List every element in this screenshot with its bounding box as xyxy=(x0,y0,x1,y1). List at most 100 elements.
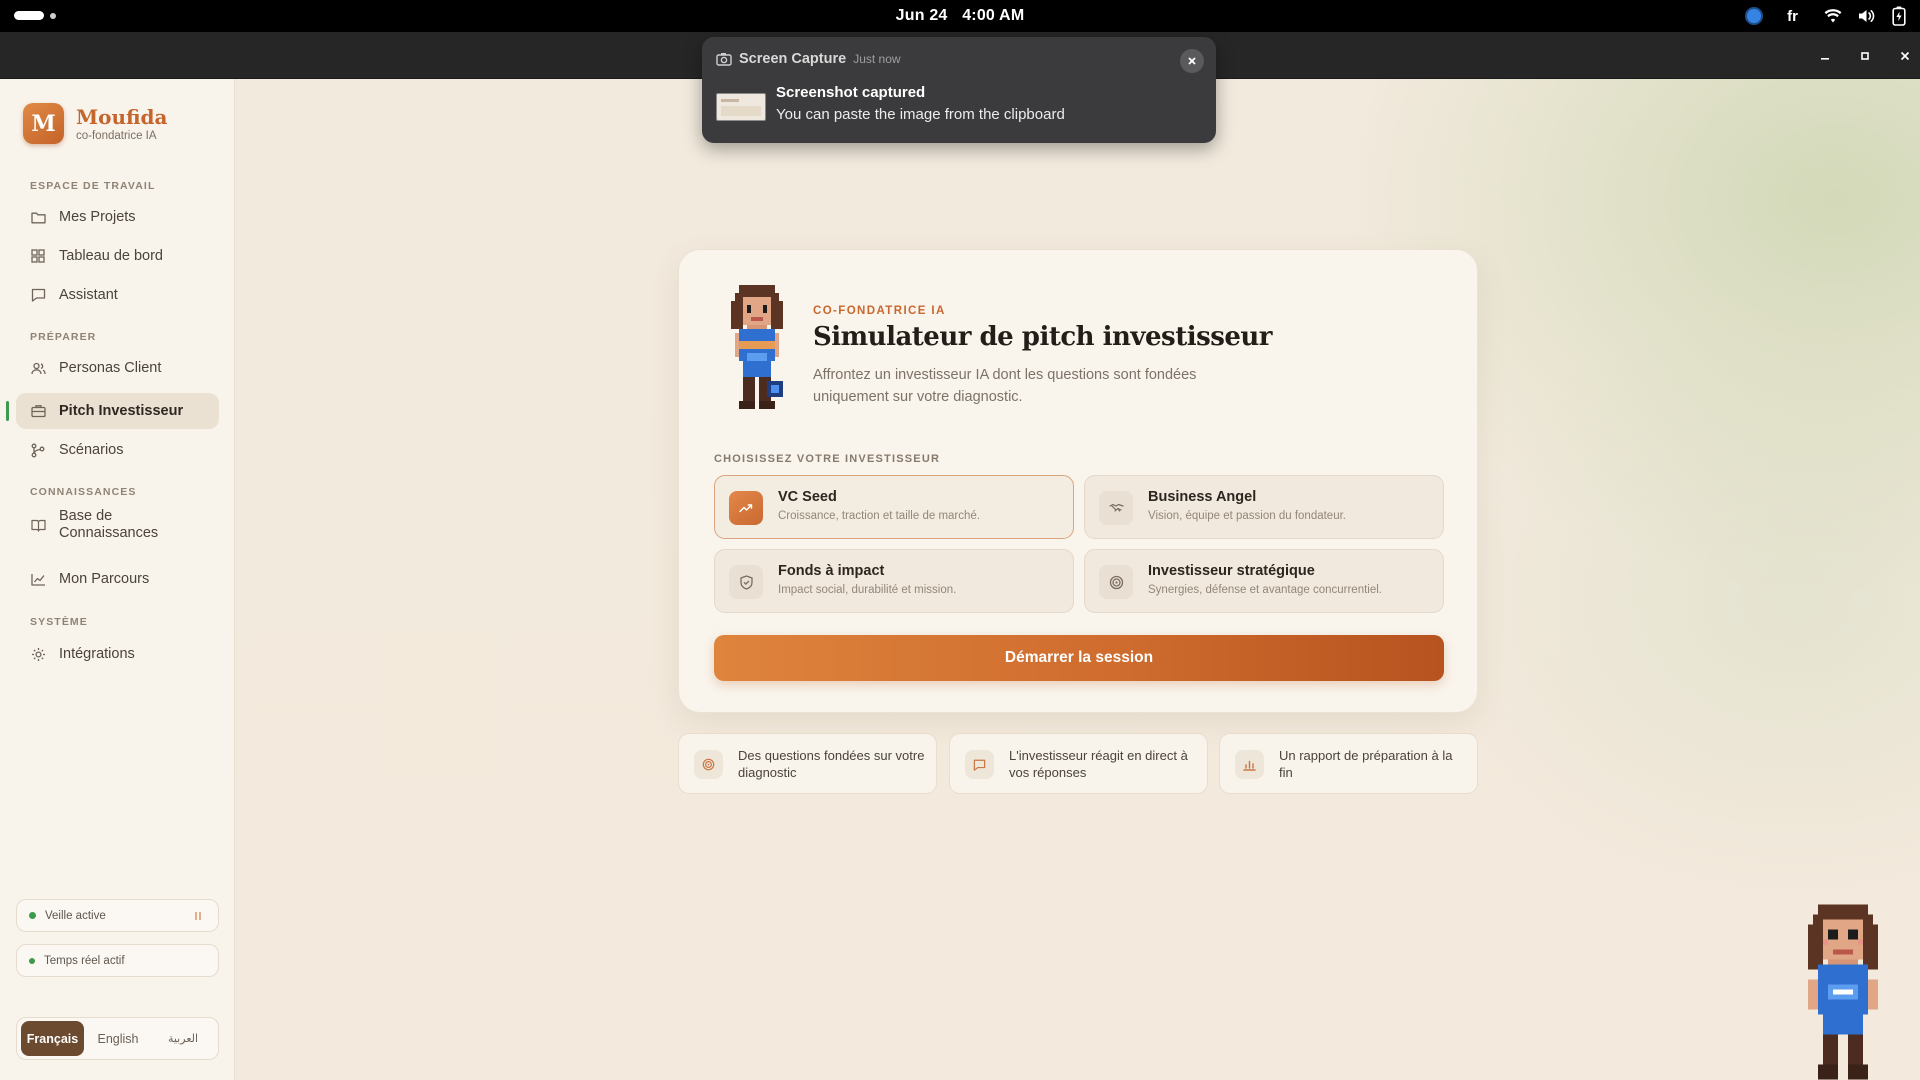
lang-english-button[interactable]: English xyxy=(84,1021,152,1056)
hero-description: Affrontez un investisseur IA dont les qu… xyxy=(813,367,1197,405)
shield-icon xyxy=(729,565,763,599)
active-indicator xyxy=(6,401,9,421)
brand-name: Moufida xyxy=(76,104,168,129)
section-title-prepare: PRÉPARER xyxy=(30,331,97,343)
sidebar-item-dashboard[interactable]: Tableau de bord xyxy=(16,238,219,274)
camera-icon xyxy=(716,53,732,66)
sidebar-item-journey[interactable]: Mon Parcours xyxy=(16,561,219,597)
investor-description: Vision, équipe et passion du fondateur. xyxy=(1148,510,1346,522)
system-top-bar: Jun 24 4:00 AM fr xyxy=(0,0,1920,32)
users-icon xyxy=(30,360,46,376)
section-title-system: SYSTÈME xyxy=(30,616,88,628)
screenshot-thumbnail xyxy=(716,93,766,121)
grid-icon xyxy=(30,248,46,264)
investor-title: Investisseur stratégique xyxy=(1148,563,1315,579)
bar-chart-icon xyxy=(1235,750,1264,779)
app-window: M Moufida co-fondatrice IA ESPACE DE TRA… xyxy=(0,79,1920,1080)
sidebar-item-projects[interactable]: Mes Projets xyxy=(16,199,219,235)
pixel-mascot-icon[interactable] xyxy=(1803,904,1883,1080)
wifi-icon[interactable] xyxy=(1824,8,1842,24)
status-label: Temps réel actif xyxy=(44,954,125,967)
clock[interactable]: Jun 24 4:00 AM xyxy=(0,7,1920,25)
pitch-simulator-card: CO-FONDATRICE IA Simulateur de pitch inv… xyxy=(678,249,1478,713)
close-icon[interactable] xyxy=(1180,49,1204,73)
sidebar-item-label: Mon Parcours xyxy=(59,571,150,587)
lang-arabic-button[interactable]: العربية xyxy=(152,1021,214,1056)
status-label: Veille active xyxy=(45,909,106,922)
pause-icon[interactable] xyxy=(195,912,201,920)
page-title: Simulateur de pitch investisseur xyxy=(813,322,1273,352)
chat-icon xyxy=(30,287,46,303)
status-dot xyxy=(29,957,35,964)
feature-grounded-questions: Des questions fondées sur votre diagnost… xyxy=(678,733,937,794)
target-icon xyxy=(1099,565,1133,599)
trending-up-icon xyxy=(729,491,763,525)
section-title-workspace: ESPACE DE TRAVAIL xyxy=(30,180,156,192)
sidebar-item-knowledge-base[interactable]: Base de Connaissances xyxy=(16,502,219,548)
book-icon xyxy=(30,517,46,533)
investor-option-strategic[interactable]: Investisseur stratégique Synergies, défe… xyxy=(1084,549,1444,613)
target-icon xyxy=(694,750,723,779)
notification-body: You can paste the image from the clipboa… xyxy=(776,106,1065,123)
sidebar-item-label: Assistant xyxy=(59,287,118,303)
sidebar-item-label: Tableau de bord xyxy=(59,248,163,264)
status-watch[interactable]: Veille active xyxy=(16,899,219,932)
investor-title: Business Angel xyxy=(1148,489,1257,505)
feature-prep-report: Un rapport de préparation à la fin xyxy=(1219,733,1478,794)
sidebar-item-label: Base de Connaissances xyxy=(59,508,159,541)
investor-title: Fonds à impact xyxy=(778,563,885,579)
sidebar-item-assistant[interactable]: Assistant xyxy=(16,277,219,313)
chat-icon xyxy=(965,750,994,779)
sidebar-item-label: Mes Projets xyxy=(59,209,136,225)
brand-subtitle: co-fondatrice IA xyxy=(76,129,157,142)
lang-french-button[interactable]: Français xyxy=(21,1021,84,1056)
brand[interactable]: M Moufida co-fondatrice IA xyxy=(23,103,168,144)
screenshot-notification[interactable]: Screen Capture Just now Screenshot captu… xyxy=(702,37,1216,143)
sidebar-item-scenarios[interactable]: Scénarios xyxy=(16,432,219,468)
main-content: CO-FONDATRICE IA Simulateur de pitch inv… xyxy=(235,79,1920,1080)
chart-line-icon xyxy=(30,571,46,587)
investor-description: Impact social, durabilité et mission. xyxy=(778,584,957,596)
sidebar-item-label: Personas Client xyxy=(59,360,162,376)
gear-icon xyxy=(30,646,46,662)
investor-option-impact-fund[interactable]: Fonds à impact Impact social, durabilité… xyxy=(714,549,1074,613)
status-dot xyxy=(29,912,36,919)
investor-description: Synergies, défense et avantage concurren… xyxy=(1148,584,1382,596)
feature-text: Un rapport de préparation à la fin xyxy=(1279,748,1453,780)
briefcase-icon xyxy=(30,403,46,419)
investor-description: Croissance, traction et taille de marché… xyxy=(778,510,980,522)
sidebar-item-label: Pitch Investisseur xyxy=(59,403,184,419)
sidebar-item-label: Intégrations xyxy=(59,646,135,662)
investor-title: VC Seed xyxy=(778,489,837,505)
pixel-avatar-icon xyxy=(731,285,783,409)
privacy-indicator-icon[interactable] xyxy=(1747,9,1762,23)
feature-text: Des questions fondées sur votre diagnost… xyxy=(738,748,925,780)
close-window-button[interactable] xyxy=(1894,45,1916,67)
notification-time: Just now xyxy=(853,52,901,66)
folder-icon xyxy=(30,209,46,225)
system-tray[interactable]: fr xyxy=(1747,6,1906,26)
sidebar-item-integrations[interactable]: Intégrations xyxy=(16,636,219,672)
hero-eyebrow: CO-FONDATRICE IA xyxy=(813,305,946,317)
battery-icon[interactable] xyxy=(1892,6,1906,26)
investor-section-label: CHOISISSEZ VOTRE INVESTISSEUR xyxy=(714,453,941,465)
notification-app-name: Screen Capture xyxy=(739,51,847,67)
investor-option-vc-seed[interactable]: VC Seed Croissance, traction et taille d… xyxy=(714,475,1074,539)
brand-logo: M xyxy=(23,103,64,144)
sidebar-item-label: Scénarios xyxy=(59,442,124,458)
language-switcher: Français English العربية xyxy=(16,1017,219,1060)
feature-live-reaction: L'investisseur réagit en direct à vos ré… xyxy=(949,733,1208,794)
investor-option-business-angel[interactable]: Business Angel Vision, équipe et passion… xyxy=(1084,475,1444,539)
feature-text: L'investisseur réagit en direct à vos ré… xyxy=(1009,748,1188,780)
branch-icon xyxy=(30,442,46,458)
volume-icon[interactable] xyxy=(1858,8,1876,24)
sidebar: M Moufida co-fondatrice IA ESPACE DE TRA… xyxy=(0,79,235,1080)
sidebar-item-personas[interactable]: Personas Client xyxy=(16,350,219,386)
input-language[interactable]: fr xyxy=(1787,8,1798,25)
maximize-button[interactable] xyxy=(1854,45,1876,67)
minimize-button[interactable] xyxy=(1814,45,1836,67)
handshake-icon xyxy=(1099,491,1133,525)
sidebar-item-pitch[interactable]: Pitch Investisseur xyxy=(16,393,219,429)
start-session-button[interactable]: Démarrer la session xyxy=(714,635,1444,681)
section-title-knowledge: CONNAISSANCES xyxy=(30,486,137,498)
